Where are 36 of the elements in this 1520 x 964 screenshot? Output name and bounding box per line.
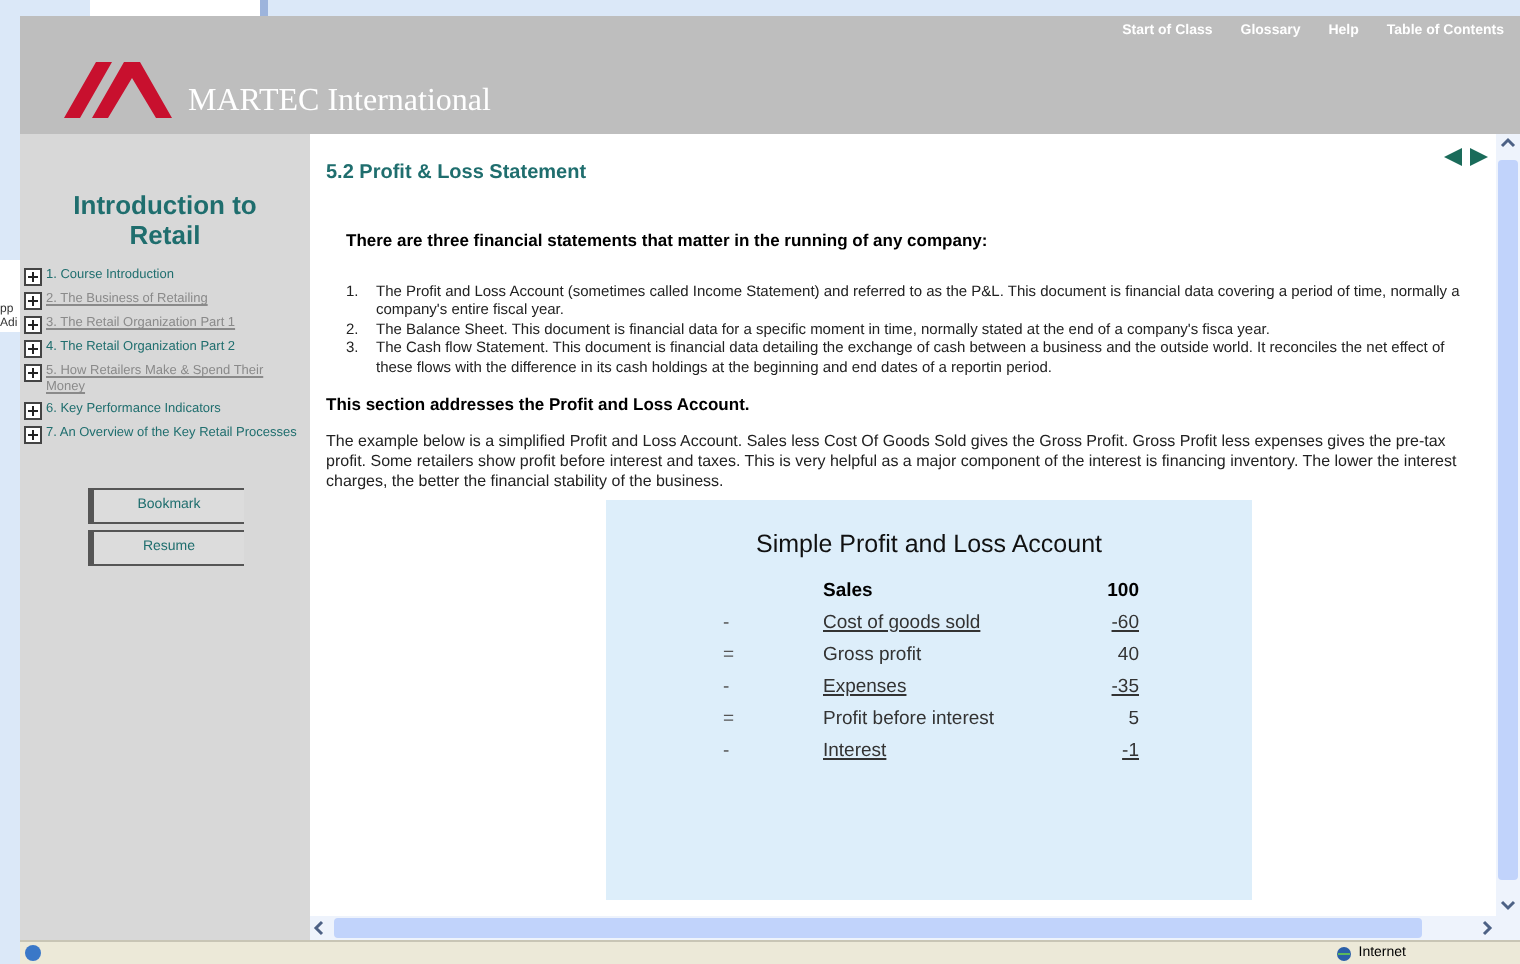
course-title: Introduction to Retail (71, 190, 259, 250)
table-row-label: Sales (823, 579, 875, 602)
table-row-label[interactable]: Expenses (823, 675, 1079, 698)
table-row-value: 40 (1115, 643, 1139, 666)
vertical-scrollbar[interactable] (1496, 134, 1520, 916)
horizontal-scrollbar[interactable] (310, 916, 1520, 940)
page-title: 5.2 Profit & Loss Statement (326, 162, 587, 184)
expand-icon[interactable] (24, 268, 42, 286)
table-row-value[interactable]: -1 (1079, 739, 1139, 762)
table-row-value[interactable]: -35 (1079, 675, 1139, 698)
table-row-label: Gross profit (823, 643, 924, 666)
back-arrow-icon[interactable] (1444, 148, 1462, 166)
logo-text: MARTEC International (188, 86, 491, 118)
expand-icon[interactable] (24, 340, 42, 358)
intro-text: There are three financial statements that matter in the running of any company: (346, 228, 990, 254)
operator-text: = (721, 643, 737, 666)
expand-icon[interactable] (24, 426, 42, 444)
expand-icon[interactable] (24, 292, 42, 310)
section-heading: This section addresses the Profit and Loss Account. (326, 392, 752, 418)
table-title: Simple Profit and Loss Account (755, 528, 1102, 562)
table-row-label[interactable]: Interest (823, 739, 1079, 762)
table-row-label[interactable]: Cost of goods sold (823, 611, 1079, 634)
table-row-label: Profit before interest (823, 707, 997, 730)
operator-text: - (721, 611, 732, 634)
operator-text: = (721, 707, 737, 730)
forward-arrow-icon[interactable] (1470, 148, 1488, 166)
globe-icon (1336, 945, 1353, 961)
body-paragraph: The example below is a simplified Profit and Loss Account. Sales less Cost Of Goods Sold gives the Gross Profit. Gross Profit less expenses gives the pre-tax profit. Some retailers show profit before interest and taxes. This is very helpful as a major component of the interest is financing inventory. The lower the interest charges, the better the financial stability of the business. (326, 432, 1459, 492)
table-row-value: 100 (1105, 579, 1139, 602)
expand-icon[interactable] (24, 316, 42, 334)
operator-text: - (721, 675, 732, 698)
expand-icon[interactable] (24, 402, 42, 420)
expand-icon[interactable] (24, 364, 42, 382)
operator-text: - (721, 739, 732, 762)
table-row-value: 5 (1126, 707, 1139, 730)
table-row-value[interactable]: -60 (1079, 611, 1139, 634)
